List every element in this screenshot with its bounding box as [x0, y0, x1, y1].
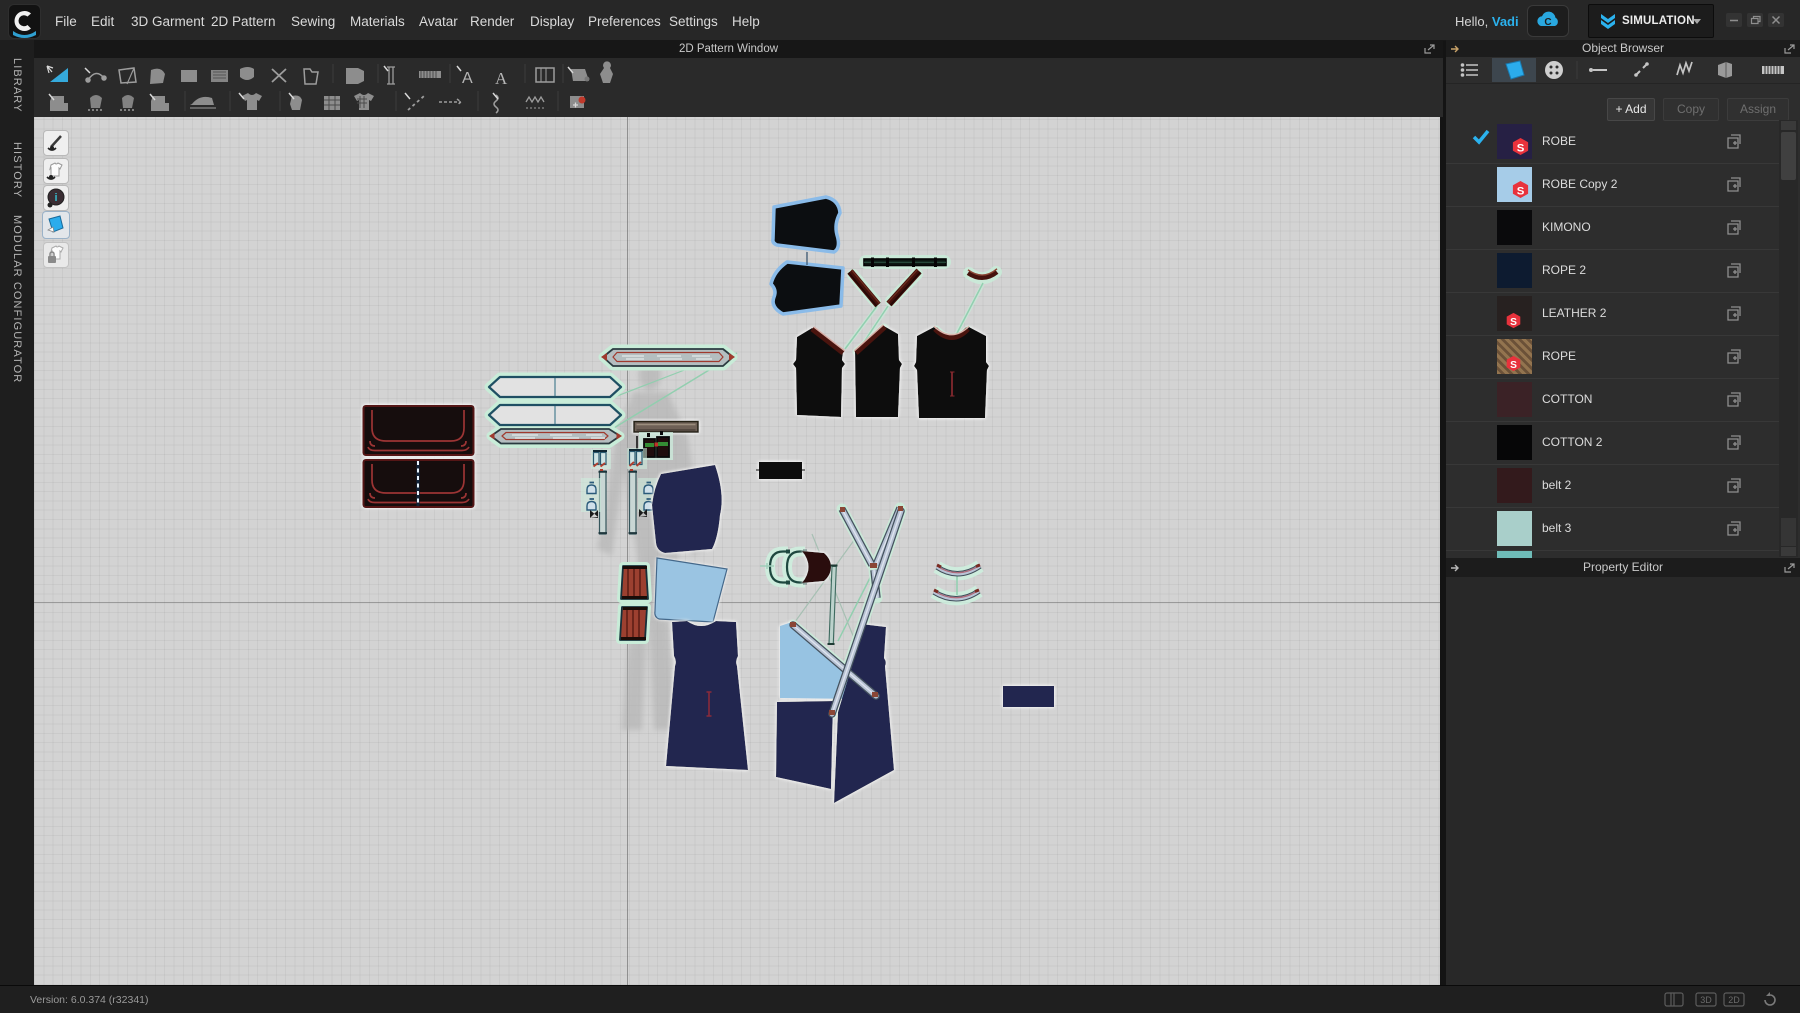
svg-text:3D: 3D [1700, 995, 1712, 1005]
svg-text:i: i [54, 192, 57, 204]
svg-text:S: S [1510, 360, 1517, 371]
svg-text:S: S [1510, 317, 1517, 328]
svg-text:C: C [1544, 17, 1551, 28]
svg-text:S: S [1517, 185, 1525, 197]
svg-text:S: S [1517, 142, 1525, 154]
svg-text:A: A [462, 70, 473, 87]
svg-text:2D: 2D [1728, 995, 1740, 1005]
svg-text:A: A [495, 69, 508, 88]
